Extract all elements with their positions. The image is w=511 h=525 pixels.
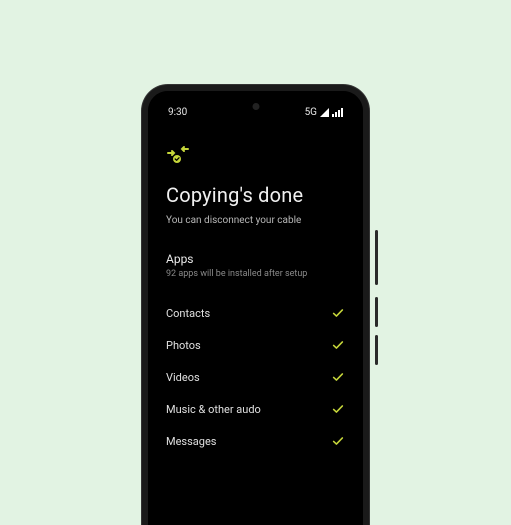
phone-frame: 9:30 5G: [142, 85, 369, 525]
check-icon: [331, 338, 345, 352]
status-time: 9:30: [168, 107, 187, 118]
power-button: [375, 230, 378, 285]
check-icon: [331, 434, 345, 448]
status-right: 5G: [305, 107, 343, 118]
page-title: Copying's done: [166, 183, 345, 207]
check-icon: [331, 370, 345, 384]
list-item[interactable]: Messages: [166, 425, 345, 457]
list-item-label: Photos: [166, 339, 201, 352]
status-network: 5G: [305, 107, 317, 118]
apps-section-detail: 92 apps will be installed after setup: [166, 269, 345, 279]
list-item-label: Contacts: [166, 307, 210, 320]
check-icon: [331, 402, 345, 416]
check-icon: [331, 306, 345, 320]
signal-icon: [320, 108, 329, 117]
cellular-bars-icon: [332, 108, 343, 117]
front-camera: [252, 103, 259, 110]
screen: 9:30 5G: [148, 91, 363, 525]
list-item[interactable]: Photos: [166, 329, 345, 361]
list-item[interactable]: Contacts: [166, 297, 345, 329]
volume-down-button: [375, 335, 378, 365]
transfer-complete-icon: [166, 143, 190, 167]
apps-section-title[interactable]: Apps: [166, 252, 345, 266]
page-subtitle: You can disconnect your cable: [166, 215, 345, 226]
content-area: Copying's done You can disconnect your c…: [162, 121, 349, 457]
list-item-label: Messages: [166, 435, 216, 448]
transfer-list: Contacts Photos Videos: [166, 297, 345, 457]
list-item-label: Videos: [166, 371, 200, 384]
list-item-label: Music & other audo: [166, 403, 261, 416]
list-item[interactable]: Music & other audo: [166, 393, 345, 425]
volume-up-button: [375, 297, 378, 327]
list-item[interactable]: Videos: [166, 361, 345, 393]
